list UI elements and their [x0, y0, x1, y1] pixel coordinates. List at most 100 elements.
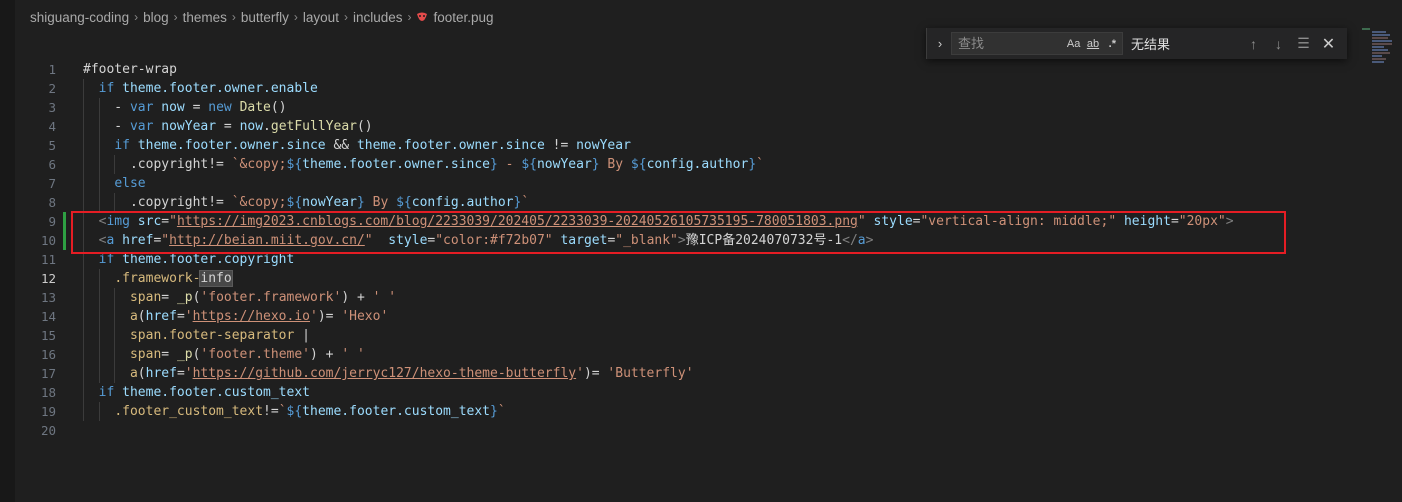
code-line[interactable]: 3 - var now = new Date() [15, 98, 1402, 117]
code-token: getFullYear [270, 119, 357, 134]
code-token: href [145, 309, 177, 324]
code-line[interactable]: 12 .framework-info [15, 269, 1402, 288]
code-token: ) + [341, 290, 373, 305]
code-token: . [263, 119, 271, 134]
code-token: )= [317, 309, 342, 324]
code-token: config.author [646, 157, 749, 172]
code-token: ` [521, 195, 530, 210]
code-token: && [325, 138, 357, 153]
code-token: By [599, 157, 631, 172]
code-token: .framework- [114, 271, 201, 286]
code-token: = [184, 100, 209, 115]
breadcrumb-item-blog[interactable]: blog [143, 10, 169, 25]
code-token: } [490, 157, 498, 172]
code-line[interactable]: 14 a(href='https://hexo.io')= 'Hexo' [15, 307, 1402, 326]
code-token: theme.footer.owner.since [302, 157, 491, 172]
code-token: ' [576, 366, 584, 381]
close-icon[interactable]: ✕ [1316, 33, 1341, 55]
code-token: 'Butterfly' [607, 366, 694, 381]
code-token: new [208, 100, 232, 115]
breadcrumb-item-root[interactable]: shiguang-coding [30, 10, 129, 25]
text-cursor [231, 271, 233, 286]
code-text: .footer_custom_text!=`${theme.footer.cus… [83, 402, 505, 421]
code-token: 'Hexo' [341, 309, 389, 324]
code-line[interactable]: 15 span.footer-separator | [15, 326, 1402, 345]
line-number: 20 [40, 423, 56, 438]
find-input[interactable] [952, 35, 1064, 52]
code-token: span.footer-separator [129, 328, 295, 343]
code-line[interactable]: 5 if theme.footer.owner.since && theme.f… [15, 136, 1402, 155]
code-token: theme.footer.custom_text [122, 385, 310, 400]
code-token: if [98, 385, 115, 400]
code-line[interactable]: 13 span= _p('footer.framework') + ' ' [15, 288, 1402, 307]
code-line[interactable]: 19 .footer_custom_text!=`${theme.footer.… [15, 402, 1402, 421]
code-token: now [239, 119, 264, 134]
modified-gutter-indicator[interactable] [63, 212, 66, 231]
chevron-right-icon: › [134, 10, 139, 24]
code-line[interactable]: 4 - var nowYear = now.getFullYear() [15, 117, 1402, 136]
code-text: a(href='https://github.com/jerryc127/hex… [83, 364, 694, 383]
code-text: .copyright!= `&copy;${nowYear} By ${conf… [83, 193, 529, 212]
line-number: 8 [48, 195, 56, 210]
code-token: = [161, 347, 177, 362]
code-line[interactable]: 17 a(href='https://github.com/jerryc127/… [15, 364, 1402, 383]
code-line[interactable]: 18 if theme.footer.custom_text [15, 383, 1402, 402]
code-token: .copyright!= [83, 157, 232, 172]
code-line[interactable]: 1 #footer-wrap [15, 60, 1402, 79]
chevron-right-icon[interactable]: › [931, 36, 949, 51]
chevron-right-icon: › [343, 10, 348, 24]
code-token: != [544, 138, 577, 153]
code-token: = [176, 366, 185, 381]
line-number: 9 [48, 214, 56, 229]
code-token: theme.footer.copyright [122, 252, 295, 267]
code-line[interactable]: 20 [15, 421, 1402, 440]
code-token: ${ [286, 404, 303, 419]
code-token: if [114, 138, 130, 153]
code-token: } [591, 157, 600, 172]
breadcrumb-item-layout[interactable]: layout [303, 10, 339, 25]
whole-word-icon[interactable]: ab [1083, 34, 1102, 53]
code-line[interactable]: 16 span= _p('footer.theme') + ' ' [15, 345, 1402, 364]
code-token: `&copy; [231, 157, 287, 172]
code-token: | [294, 328, 310, 343]
code-text: .framework-info [83, 269, 233, 288]
match-case-icon[interactable]: Aa [1064, 34, 1083, 53]
code-token: ` [756, 157, 764, 172]
code-line[interactable]: 2 if theme.footer.owner.enable [15, 79, 1402, 98]
code-text: - var now = new Date() [83, 98, 287, 117]
code-token: `&copy; [231, 195, 287, 210]
minimap[interactable] [1362, 28, 1392, 68]
code-token: ( [137, 309, 146, 324]
line-number: 19 [40, 404, 56, 419]
line-number: 11 [40, 252, 56, 267]
breadcrumb-item-includes[interactable]: includes [353, 10, 403, 25]
modified-gutter-indicator[interactable] [63, 231, 66, 250]
code-token: https://hexo.io [192, 309, 310, 324]
arrow-up-icon[interactable]: ↑ [1241, 33, 1266, 55]
code-token: = [216, 119, 240, 134]
code-line[interactable]: 6 .copyright!= `&copy;${theme.footer.own… [15, 155, 1402, 174]
breadcrumb-item-butterfly[interactable]: butterfly [241, 10, 289, 25]
code-line[interactable]: 8 .copyright!= `&copy;${nowYear} By ${co… [15, 193, 1402, 212]
code-line[interactable]: 7 else [15, 174, 1402, 193]
code-token: - [83, 119, 130, 134]
find-in-selection-icon[interactable]: ☰ [1291, 33, 1316, 55]
code-token: () [356, 119, 373, 134]
breadcrumb-item-file[interactable]: footer.pug [433, 10, 493, 25]
breadcrumb-item-themes[interactable]: themes [183, 10, 227, 25]
arrow-down-icon[interactable]: ↓ [1266, 33, 1291, 55]
regex-icon[interactable]: .* [1103, 34, 1122, 53]
code-token: span [129, 290, 162, 305]
code-token: https://github.com/jerryc127/hexo-theme-… [192, 366, 577, 381]
activity-edge [0, 0, 15, 502]
code-token: a [129, 309, 138, 324]
code-token: () [270, 100, 287, 115]
line-number: 10 [40, 233, 56, 248]
